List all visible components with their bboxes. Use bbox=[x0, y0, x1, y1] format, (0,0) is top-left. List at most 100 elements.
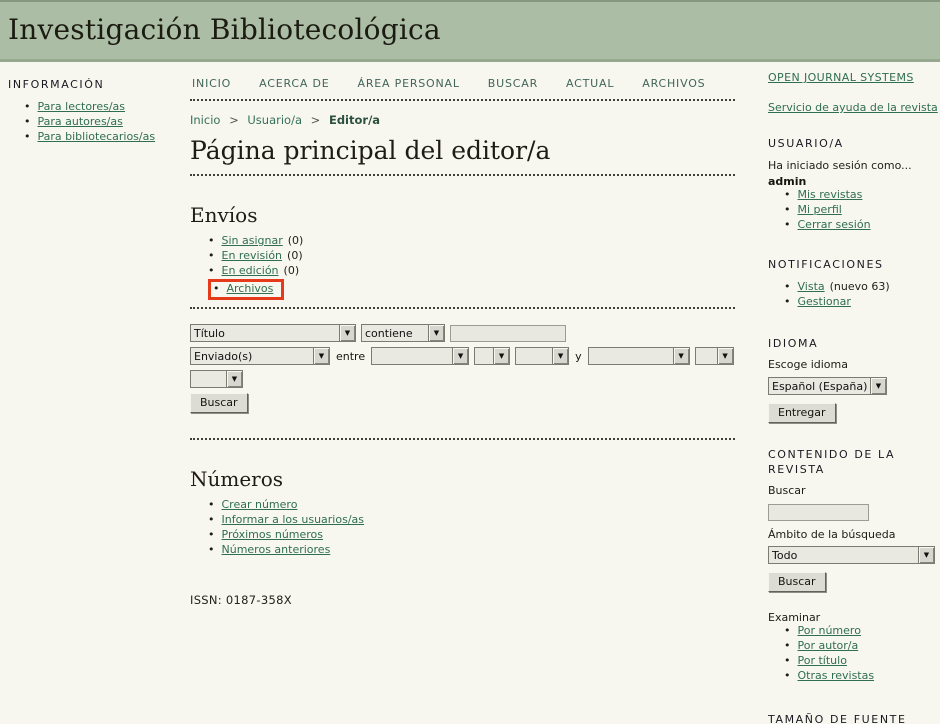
nav-item-about[interactable]: ACERCA DE bbox=[259, 77, 329, 90]
dropdown-arrow-icon: ▼ bbox=[717, 348, 733, 364]
nav-item-home[interactable]: INICIO bbox=[192, 77, 231, 90]
search-row-4: Buscar bbox=[190, 393, 735, 413]
nav-item-search[interactable]: BUSCAR bbox=[488, 77, 538, 90]
link-by-issue[interactable]: Por número bbox=[798, 624, 861, 637]
dropdown-arrow-icon: ▼ bbox=[452, 348, 468, 364]
journal-title: Investigación Bibliotecológica bbox=[0, 2, 940, 46]
link-in-editing[interactable]: En edición bbox=[222, 264, 279, 277]
link-notify-users[interactable]: Informar a los usuarios/as bbox=[222, 513, 365, 526]
match-select[interactable]: contiene▼ bbox=[361, 324, 445, 342]
list-item: Para lectores/as bbox=[24, 100, 183, 114]
language-select[interactable]: Español (España)▼ bbox=[768, 377, 887, 395]
language-submit-button[interactable]: Entregar bbox=[768, 403, 836, 423]
highlight-box: Archivos bbox=[208, 279, 284, 300]
login-status-text: Ha iniciado sesión como... bbox=[768, 159, 940, 173]
link-unassigned[interactable]: Sin asignar bbox=[222, 234, 283, 247]
journal-header: Investigación Bibliotecológica bbox=[0, 0, 940, 62]
list-item: Crear número bbox=[208, 498, 735, 512]
date-from-year-select[interactable]: ▼ bbox=[515, 347, 569, 365]
search-term-input[interactable] bbox=[450, 325, 566, 342]
link-logout[interactable]: Cerrar sesión bbox=[798, 218, 871, 231]
in-editing-count: (0) bbox=[284, 264, 300, 277]
breadcrumb-home[interactable]: Inicio bbox=[190, 113, 220, 127]
breadcrumb-separator: > bbox=[311, 113, 321, 127]
issn-text: ISSN: 0187-358X bbox=[190, 593, 735, 607]
divider bbox=[190, 174, 735, 176]
link-my-profile[interactable]: Mi perfil bbox=[798, 203, 842, 216]
dropdown-arrow-icon: ▼ bbox=[918, 547, 934, 563]
search-scope-select[interactable]: Todo▼ bbox=[768, 546, 935, 564]
list-item: Gestionar bbox=[784, 295, 940, 309]
link-view-notifications[interactable]: Vista bbox=[798, 280, 825, 293]
content-search-input[interactable] bbox=[768, 504, 869, 521]
issues-list: Crear número Informar a los usuarios/as … bbox=[190, 498, 735, 557]
browse-heading: Examinar bbox=[768, 611, 940, 624]
date-to-year-select[interactable]: ▼ bbox=[190, 370, 243, 388]
nav-item-archives[interactable]: ARCHIVOS bbox=[642, 77, 705, 90]
search-submit-button[interactable]: Buscar bbox=[190, 393, 248, 413]
link-for-readers[interactable]: Para lectores/as bbox=[38, 100, 126, 113]
divider bbox=[190, 99, 735, 101]
divider bbox=[190, 438, 735, 440]
date-field-select[interactable]: Enviado(s)▼ bbox=[190, 347, 330, 365]
dropdown-arrow-icon: ▼ bbox=[870, 378, 886, 394]
link-create-issue[interactable]: Crear número bbox=[222, 498, 298, 511]
link-by-title[interactable]: Por título bbox=[798, 654, 847, 667]
link-manage-notifications[interactable]: Gestionar bbox=[798, 295, 851, 308]
left-sidebar: INFORMACIÓN Para lectores/as Para autore… bbox=[8, 62, 183, 145]
submissions-heading: Envíos bbox=[190, 203, 735, 227]
language-heading: IDIOMA bbox=[768, 337, 940, 350]
link-future-issues[interactable]: Próximos números bbox=[222, 528, 324, 541]
page-title: Página principal del editor/a bbox=[190, 136, 735, 165]
list-item: Para autores/as bbox=[24, 115, 183, 129]
journal-help-link[interactable]: Servicio de ayuda de la revista bbox=[768, 101, 940, 114]
language-label: Escoge idioma bbox=[768, 358, 940, 371]
list-item: Mi perfil bbox=[784, 203, 940, 217]
new-notifications-count: (nuevo 63) bbox=[830, 280, 890, 293]
date-from-month-select[interactable]: ▼ bbox=[371, 347, 469, 365]
top-navigation: INICIO ACERCA DE ÁREA PERSONAL BUSCAR AC… bbox=[192, 77, 735, 90]
list-item: Sin asignar (0) bbox=[208, 234, 735, 248]
date-from-day-select[interactable]: ▼ bbox=[474, 347, 510, 365]
breadcrumb-user[interactable]: Usuario/a bbox=[247, 113, 302, 127]
search-row-2: Enviado(s)▼ entre ▼ ▼ ▼ y ▼ ▼ bbox=[190, 347, 735, 365]
list-item: En edición (0) bbox=[208, 264, 735, 278]
page: Investigación Bibliotecológica INFORMACI… bbox=[0, 0, 940, 724]
nav-item-user-area[interactable]: ÁREA PERSONAL bbox=[358, 77, 460, 90]
date-to-month-select[interactable]: ▼ bbox=[588, 347, 690, 365]
list-item: Vista (nuevo 63) bbox=[784, 280, 940, 294]
link-for-authors[interactable]: Para autores/as bbox=[38, 115, 123, 128]
notifications-list: Vista (nuevo 63) Gestionar bbox=[768, 280, 940, 309]
submission-search-form: Título▼ contiene▼ Enviado(s)▼ entre ▼ ▼ … bbox=[190, 324, 735, 413]
dropdown-arrow-icon: ▼ bbox=[493, 348, 509, 364]
breadcrumb-current: Editor/a bbox=[329, 113, 380, 127]
ojs-link[interactable]: OPEN JOURNAL SYSTEMS bbox=[768, 71, 940, 84]
link-other-journals[interactable]: Otras revistas bbox=[798, 669, 875, 682]
search-field-select[interactable]: Título▼ bbox=[190, 324, 356, 342]
and-label: y bbox=[575, 350, 582, 363]
link-archives[interactable]: Archivos bbox=[227, 282, 274, 295]
user-heading: USUARIO/A bbox=[768, 137, 940, 150]
date-to-day-select[interactable]: ▼ bbox=[695, 347, 734, 365]
issues-heading: Números bbox=[190, 467, 735, 491]
dropdown-arrow-icon: ▼ bbox=[313, 348, 329, 364]
search-scope-label: Ámbito de la búsqueda bbox=[768, 528, 940, 541]
list-item: Números anteriores bbox=[208, 543, 735, 557]
main-content: INICIO ACERCA DE ÁREA PERSONAL BUSCAR AC… bbox=[190, 62, 735, 607]
dropdown-arrow-icon: ▼ bbox=[226, 371, 242, 387]
breadcrumb-separator: > bbox=[229, 113, 239, 127]
link-by-author[interactable]: Por autor/a bbox=[798, 639, 859, 652]
user-links: Mis revistas Mi perfil Cerrar sesión bbox=[768, 188, 940, 232]
submissions-list: Sin asignar(0) En revisión(0) En edición… bbox=[190, 234, 735, 300]
dropdown-arrow-icon: ▼ bbox=[339, 325, 355, 341]
unassigned-count: (0) bbox=[288, 234, 304, 247]
list-item: Por número bbox=[784, 624, 940, 638]
link-my-journals[interactable]: Mis revistas bbox=[798, 188, 863, 201]
list-item: En revisión(0) bbox=[208, 249, 735, 263]
nav-item-current[interactable]: ACTUAL bbox=[566, 77, 614, 90]
link-in-review[interactable]: En revisión bbox=[222, 249, 283, 262]
link-for-librarians[interactable]: Para bibliotecarios/as bbox=[38, 130, 156, 143]
list-item: Mis revistas bbox=[784, 188, 940, 202]
content-search-button[interactable]: Buscar bbox=[768, 572, 826, 592]
link-back-issues[interactable]: Números anteriores bbox=[222, 543, 331, 556]
